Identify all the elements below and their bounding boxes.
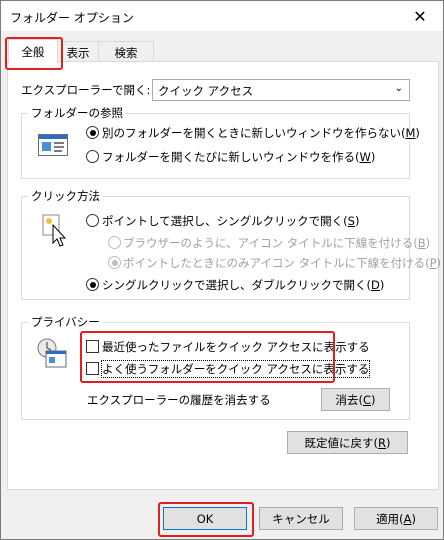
clear-history-button[interactable]: 消去(C) <box>321 388 390 411</box>
cancel-button[interactable]: キャンセル <box>259 507 343 530</box>
clear-history-label: エクスプローラーの履歴を消去する <box>87 393 271 407</box>
radio-new-window-label[interactable]: フォルダーを開くたびに新しいウィンドウを作る(W) <box>102 149 375 165</box>
explorer-open-label: エクスプローラーで開く: <box>21 83 151 97</box>
radio-underline-always[interactable] <box>108 236 121 249</box>
pointer-click-icon <box>41 213 69 247</box>
close-icon: ✕ <box>413 6 427 26</box>
window-title: フォルダー オプション <box>10 11 134 25</box>
privacy-legend: プライバシー <box>28 314 103 330</box>
radio-underline-hover-label[interactable]: ポイントしたときにのみアイコン タイトルに下線を付ける(P) <box>123 255 441 271</box>
radio-double-click[interactable] <box>86 278 99 291</box>
restore-defaults-button[interactable]: 既定値に戻す(R) <box>287 431 408 454</box>
apply-button[interactable]: 適用(A) <box>354 507 438 530</box>
radio-single-click[interactable] <box>86 214 99 227</box>
radio-underline-always-label[interactable]: ブラウザーのように、アイコン タイトルに下線を付ける(B) <box>123 235 430 251</box>
tab-view[interactable]: 表示 <box>57 41 99 63</box>
cancel-label: キャンセル <box>272 511 330 526</box>
chevron-down-icon: ⌄ <box>394 83 403 94</box>
close-button[interactable]: ✕ <box>397 1 443 31</box>
radio-same-window[interactable] <box>86 126 99 139</box>
privacy-clock-icon <box>36 337 70 369</box>
radio-underline-hover[interactable] <box>108 256 121 269</box>
privacy-checkboxes-highlight <box>80 331 335 383</box>
click-method-legend: クリック方法 <box>28 188 103 204</box>
explorer-open-value: クイック アクセス <box>158 84 254 98</box>
radio-single-click-label[interactable]: ポイントして選択し、シングルクリックで開く(S) <box>102 213 359 229</box>
folder-options-dialog: フォルダー オプション ✕ 表示 検索 全般 エクスプローラーで開く: クイック… <box>0 0 444 540</box>
folder-browse-group: フォルダーの参照 <box>21 105 410 179</box>
radio-same-window-label[interactable]: 別のフォルダーを開くときに新しいウィンドウを作らない(M) <box>102 125 420 141</box>
folder-browse-legend: フォルダーの参照 <box>28 105 126 121</box>
title-bar: フォルダー オプション ✕ <box>1 1 443 31</box>
folder-window-icon <box>38 134 68 156</box>
radio-double-click-label[interactable]: シングルクリックで選択し、ダブルクリックで開く(D) <box>102 277 384 293</box>
tab-search[interactable]: 検索 <box>98 41 154 63</box>
ok-button-highlight <box>158 502 254 537</box>
tab-search-label: 検索 <box>114 45 138 60</box>
tab-view-label: 表示 <box>66 45 90 60</box>
radio-new-window[interactable] <box>86 150 99 163</box>
explorer-open-dropdown[interactable]: クイック アクセス ⌄ <box>152 79 410 101</box>
tab-general-highlight <box>5 37 63 70</box>
